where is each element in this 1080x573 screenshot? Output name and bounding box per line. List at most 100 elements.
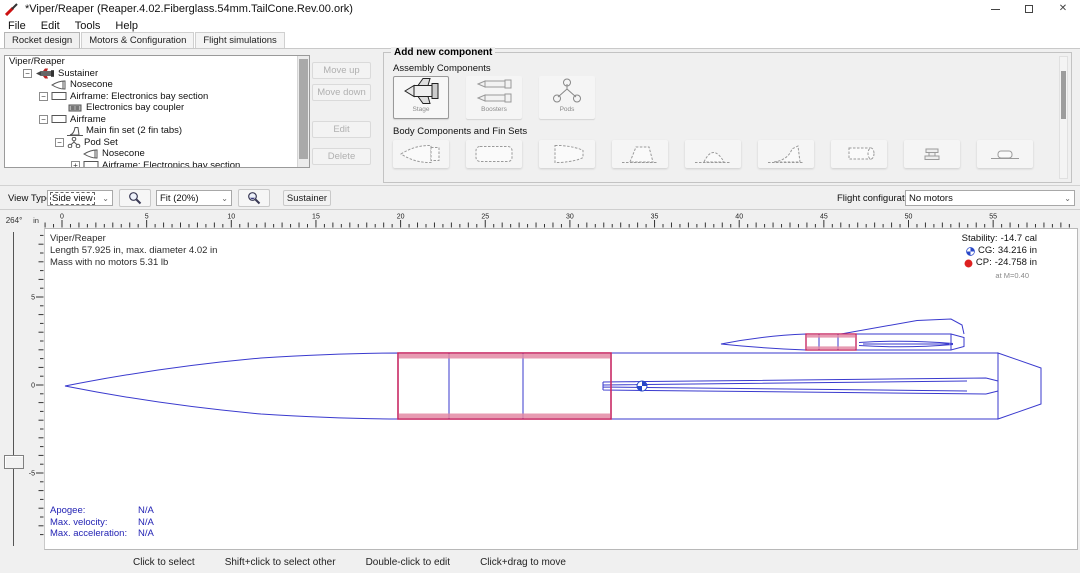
design-info-line: Length 57.925 in, max. diameter 4.02 in <box>50 245 217 257</box>
close-button[interactable]: ✕ <box>1046 0 1080 18</box>
launchlug-icon <box>981 143 1029 165</box>
tree-root-label: Viper/Reaper <box>9 56 65 67</box>
tree-item[interactable]: −Airframe: Electronics bay section <box>5 91 309 103</box>
collapse-icon[interactable]: − <box>23 69 32 78</box>
rotation-slider-track[interactable] <box>13 232 14 546</box>
tree-scrollbar[interactable] <box>297 56 309 167</box>
zoom-level-select[interactable]: Fit (20%) ⌄ <box>156 190 232 206</box>
tree-item-label: Main fin set (2 fin tabs) <box>86 125 182 136</box>
collapse-icon[interactable]: − <box>39 92 48 101</box>
boosters-icon <box>474 77 514 105</box>
cg-value: 34.216 in <box>998 245 1037 257</box>
design-info-line: Viper/Reaper <box>50 233 217 245</box>
tab-rocket-design[interactable]: Rocket design <box>4 32 80 48</box>
nosecone-icon2 <box>397 143 445 165</box>
vertical-ruler: 50-5 <box>28 228 44 550</box>
status-hint: Shift+click to select other <box>225 557 336 568</box>
delete-button[interactable]: Delete <box>312 148 371 165</box>
sim-result-label: Max. velocity: <box>50 517 138 529</box>
menu-item-tools[interactable]: Tools <box>75 20 101 32</box>
tree-item[interactable]: −Sustainer <box>5 68 309 80</box>
tree-item[interactable]: −Pod Set <box>5 137 309 149</box>
status-hint: Click to select <box>133 557 195 568</box>
tree-item-label: Airframe: Electronics bay section <box>102 160 240 168</box>
tree-root-item[interactable]: Viper/Reaper <box>5 56 309 68</box>
add-launchlug-button[interactable] <box>977 140 1033 168</box>
add-panel-scrollbar-thumb[interactable] <box>1061 71 1066 119</box>
status-hint: Double-click to edit <box>366 557 450 568</box>
cp-icon <box>964 259 973 268</box>
add-pods-button[interactable]: Pods <box>539 76 595 119</box>
tree-item-label: Nosecone <box>102 148 145 159</box>
expand-icon[interactable]: + <box>71 161 80 168</box>
bodytube-icon2 <box>470 143 518 165</box>
tree-item[interactable]: Nosecone <box>5 148 309 160</box>
rocket-icon <box>35 68 55 79</box>
menu-item-help[interactable]: Help <box>115 20 138 32</box>
collapse-icon[interactable]: − <box>39 115 48 124</box>
tree-scrollbar-thumb[interactable] <box>299 59 308 159</box>
tree-item[interactable]: Nosecone <box>5 79 309 91</box>
flight-config-value: No motors <box>909 193 953 204</box>
minimize-icon <box>991 9 1000 10</box>
design-info: Viper/ReaperLength 57.925 in, max. diame… <box>50 233 217 269</box>
tree-item[interactable]: + Airframe: Electronics bay section <box>5 160 309 169</box>
bodytube-icon <box>51 114 67 124</box>
view-type-select[interactable]: Side view ⌄ <box>47 190 113 206</box>
design-info-line: Mass with no motors 5.31 lb <box>50 257 217 269</box>
collapse-icon[interactable]: − <box>55 138 64 147</box>
add-boosters-button[interactable]: Boosters <box>466 76 522 119</box>
cg-label: CG: <box>978 245 995 257</box>
rotation-slider-handle[interactable] <box>4 455 24 469</box>
tab-flight-simulations[interactable]: Flight simulations <box>195 32 284 48</box>
menu-item-edit[interactable]: Edit <box>41 20 60 32</box>
svg-text:0: 0 <box>31 383 35 390</box>
svg-text:20: 20 <box>397 214 405 221</box>
flight-config-select[interactable]: No motors ⌄ <box>905 190 1075 206</box>
add-component-panel: Add new component Assembly Components St… <box>383 52 1072 183</box>
horizontal-ruler: 0510152025303540455055 <box>44 212 1080 228</box>
body-components-label: Body Components and Fin Sets <box>393 126 527 137</box>
component-tree[interactable]: Viper/Reaper−SustainerNosecone−Airframe:… <box>4 55 310 168</box>
zoom-out-button[interactable] <box>238 189 270 207</box>
add-bodytube-button[interactable] <box>466 140 522 168</box>
add-nosecone-button[interactable] <box>393 140 449 168</box>
svg-text:50: 50 <box>905 214 913 221</box>
menu-item-file[interactable]: File <box>8 20 26 32</box>
add-railbutton-button[interactable] <box>904 140 960 168</box>
tree-item-label: Nosecone <box>70 79 113 90</box>
nosecone-icon <box>51 80 67 90</box>
add-freeform-fin-button[interactable] <box>758 140 814 168</box>
add-elliptical-fin-button[interactable] <box>685 140 741 168</box>
minimize-button[interactable] <box>978 0 1012 18</box>
cp-label: CP: <box>976 257 992 269</box>
tab-motors-configuration[interactable]: Motors & Configuration <box>81 32 194 48</box>
add-transition-button[interactable] <box>539 140 595 168</box>
nosecone-icon <box>83 149 99 159</box>
maximize-button[interactable] <box>1012 0 1046 18</box>
add-panel-scrollbar[interactable] <box>1059 56 1068 179</box>
move-down-button[interactable]: Move down <box>312 84 371 101</box>
rocket-view-canvas[interactable]: Viper/ReaperLength 57.925 in, max. diame… <box>44 228 1078 550</box>
menu-bar: File Edit Tools Help <box>0 18 1080 33</box>
svg-text:5: 5 <box>31 295 35 302</box>
zoom-level-value: Fit (20%) <box>160 193 199 204</box>
tree-item[interactable]: Electronics bay coupler <box>5 102 309 114</box>
add-tubefin-button[interactable] <box>831 140 887 168</box>
rotation-slider <box>0 228 28 550</box>
magnifier-icon <box>128 191 142 205</box>
tree-item[interactable]: −Airframe <box>5 114 309 126</box>
zoom-in-button[interactable] <box>119 189 151 207</box>
stage-toggle-button[interactable]: Sustainer <box>283 190 331 206</box>
add-stage-button[interactable]: Stage <box>393 76 449 119</box>
add-stage-label: Stage <box>413 106 430 113</box>
move-up-button[interactable]: Move up <box>312 62 371 79</box>
rocket-drawing[interactable] <box>45 229 1077 549</box>
view-type-value: Side view <box>51 193 94 204</box>
freeform-fin-icon <box>762 143 810 165</box>
view-controls-bar: View Type: Side view ⌄ Fit (20%) ⌄ Susta… <box>0 187 1080 210</box>
add-trapezoid-fin-button[interactable] <box>612 140 668 168</box>
edit-button[interactable]: Edit <box>312 121 371 138</box>
tree-item[interactable]: Main fin set (2 fin tabs) <box>5 125 309 137</box>
svg-text:25: 25 <box>481 214 489 221</box>
